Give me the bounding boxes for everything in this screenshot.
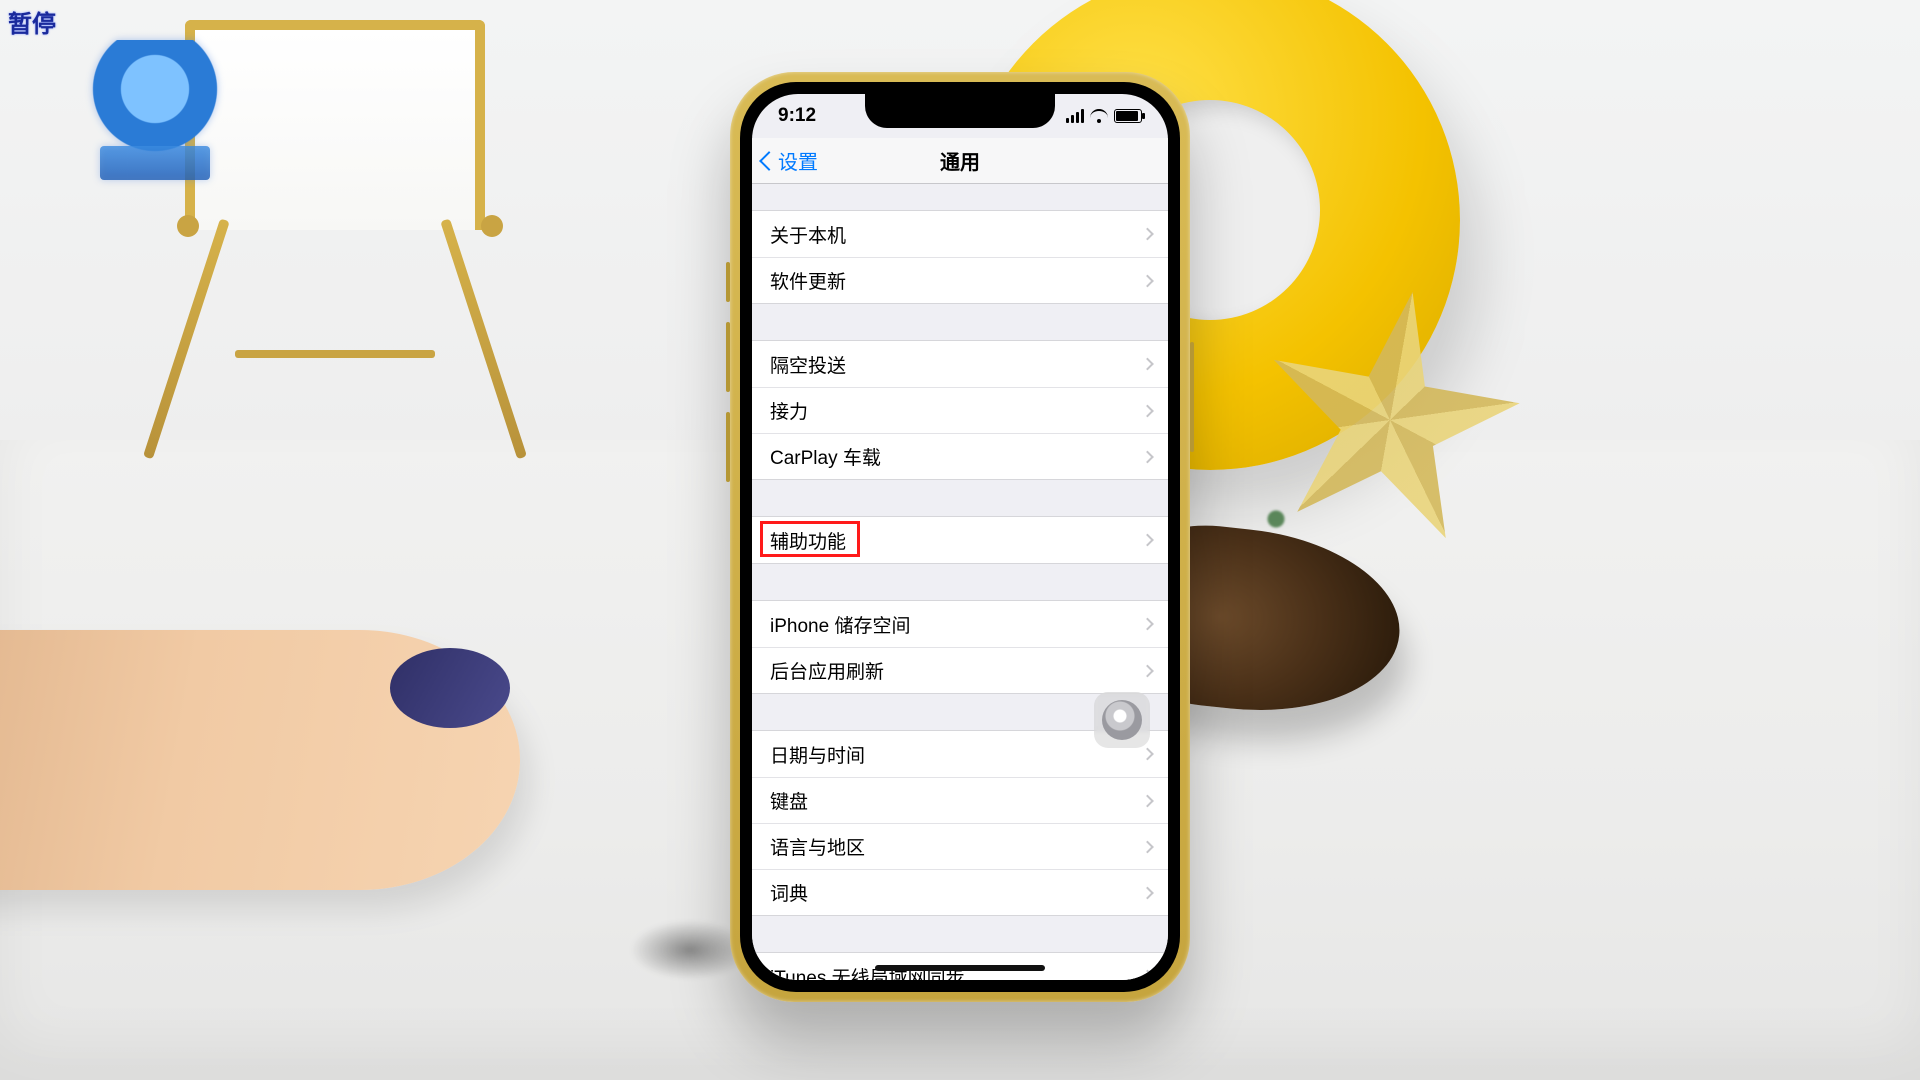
settings-group: 隔空投送接力 CarPlay 车载 [752, 340, 1168, 480]
assistive-touch-button[interactable] [1094, 692, 1150, 748]
status-time: 9:12 [778, 105, 816, 127]
chevron-right-icon [1141, 840, 1154, 853]
settings-row-label: 软件更新 [770, 267, 846, 294]
chevron-right-icon [1141, 970, 1154, 980]
chevron-right-icon [1141, 358, 1154, 371]
chevron-left-icon [759, 151, 779, 171]
back-button-label: 设置 [778, 146, 818, 175]
chevron-right-icon [1141, 794, 1154, 807]
cellular-signal-icon [1066, 109, 1084, 123]
settings-row-label: 隔空投送 [770, 351, 846, 378]
chevron-right-icon [1141, 274, 1154, 287]
iphone-screen: 9:12 设置 通用 关于本机软件更新隔空投送接力 CarPlay 车载辅助功能 i… [752, 94, 1168, 980]
settings-scroll-area[interactable]: 关于本机软件更新隔空投送接力 CarPlay 车载辅助功能 iPhone 储存空间后… [752, 184, 1168, 980]
settings-row-keyboard[interactable]: 键盘 [752, 777, 1168, 823]
settings-row-storage[interactable]: iPhone 储存空间 [752, 601, 1168, 647]
settings-row-carplay[interactable]: CarPlay 车载 [752, 433, 1168, 479]
settings-row-label: 关于本机 [770, 221, 846, 248]
settings-row-label: iPhone 储存空间 [770, 611, 910, 638]
settings-row-dictionary[interactable]: 词典 [752, 869, 1168, 915]
home-indicator[interactable] [875, 965, 1045, 971]
settings-row-label: 日期与时间 [770, 741, 865, 768]
chevron-right-icon [1141, 450, 1154, 463]
settings-row-language[interactable]: 语言与地区 [752, 823, 1168, 869]
chevron-right-icon [1141, 534, 1154, 547]
settings-row-label: 接力 [770, 397, 808, 424]
settings-row-label: 语言与地区 [770, 833, 865, 860]
chevron-right-icon [1141, 748, 1154, 761]
assistive-touch-icon [1102, 700, 1142, 740]
chevron-right-icon [1141, 404, 1154, 417]
settings-row-handoff[interactable]: 接力 [752, 387, 1168, 433]
chevron-right-icon [1141, 618, 1154, 631]
chevron-right-icon [1141, 228, 1154, 241]
wifi-icon [1090, 109, 1108, 123]
video-pause-label: 暂停 [8, 4, 56, 39]
settings-row-accessibility[interactable]: 辅助功能 [752, 517, 1168, 563]
notch [865, 94, 1055, 128]
battery-icon [1114, 109, 1142, 123]
navigation-bar: 设置 通用 [752, 138, 1168, 184]
settings-group: iPhone 储存空间后台应用刷新 [752, 600, 1168, 694]
settings-row-label: 词典 [770, 879, 808, 906]
channel-logo-icon [90, 40, 220, 180]
settings-row-about[interactable]: 关于本机 [752, 211, 1168, 257]
settings-group: 辅助功能 [752, 516, 1168, 564]
settings-row-label: CarPlay 车载 [770, 443, 881, 470]
chevron-right-icon [1141, 886, 1154, 899]
back-button[interactable]: 设置 [752, 146, 818, 175]
chevron-right-icon [1141, 664, 1154, 677]
settings-group: 日期与时间键盘语言与地区词典 [752, 730, 1168, 916]
settings-row-label: 键盘 [770, 787, 808, 814]
settings-row-label: 后台应用刷新 [770, 657, 884, 684]
settings-row-airdrop[interactable]: 隔空投送 [752, 341, 1168, 387]
settings-row-label: 辅助功能 [770, 527, 846, 554]
settings-row-software_update[interactable]: 软件更新 [752, 257, 1168, 303]
settings-row-background_refresh[interactable]: 后台应用刷新 [752, 647, 1168, 693]
iphone-device-frame: 9:12 设置 通用 关于本机软件更新隔空投送接力 CarPlay 车载辅助功能 i… [730, 72, 1190, 1002]
settings-group: 关于本机软件更新 [752, 210, 1168, 304]
